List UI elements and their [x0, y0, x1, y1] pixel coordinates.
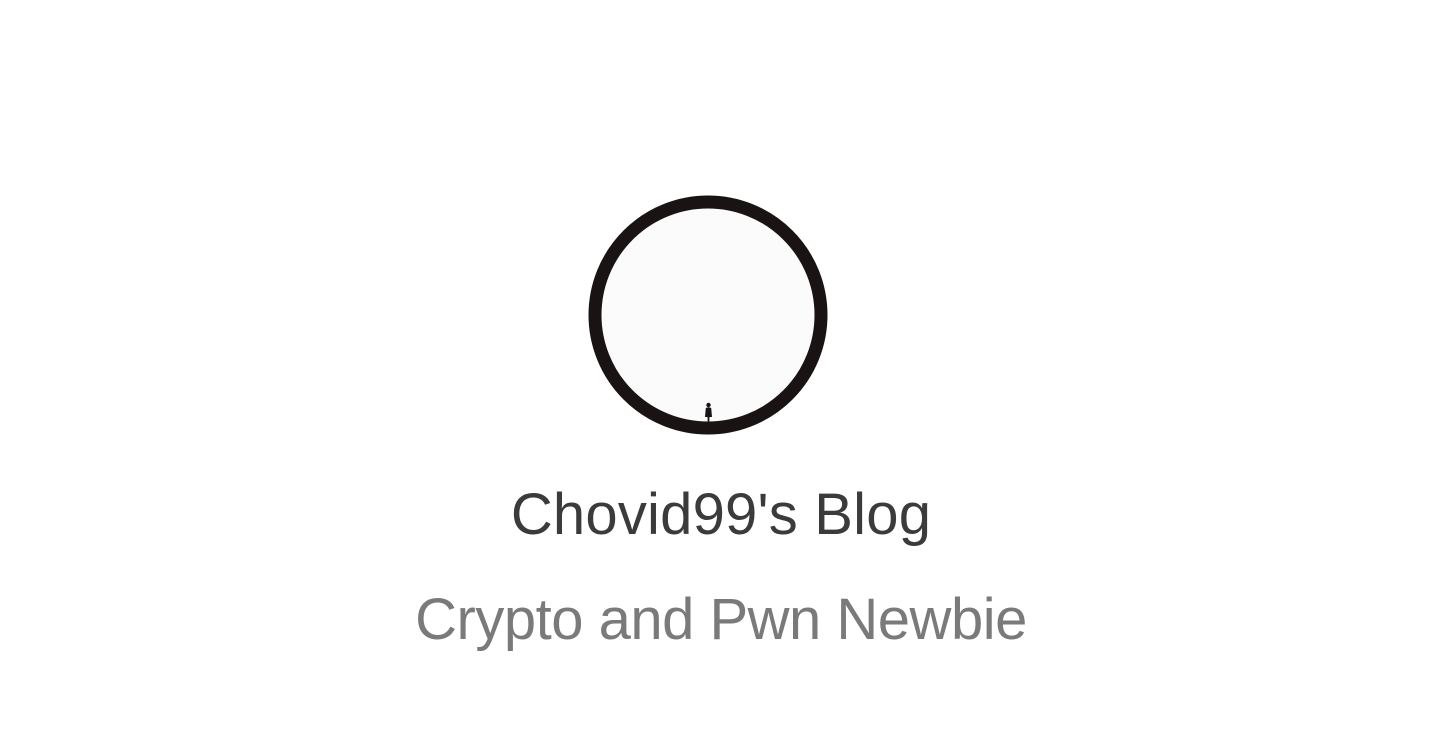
site-title[interactable]: Chovid99's Blog: [0, 475, 1442, 555]
ring-with-figure-icon: [588, 195, 828, 435]
avatar[interactable]: [588, 195, 828, 435]
page: Chovid99's Blog Crypto and Pwn Newbie: [0, 0, 1442, 730]
site-subtitle: Crypto and Pwn Newbie: [415, 587, 1027, 652]
